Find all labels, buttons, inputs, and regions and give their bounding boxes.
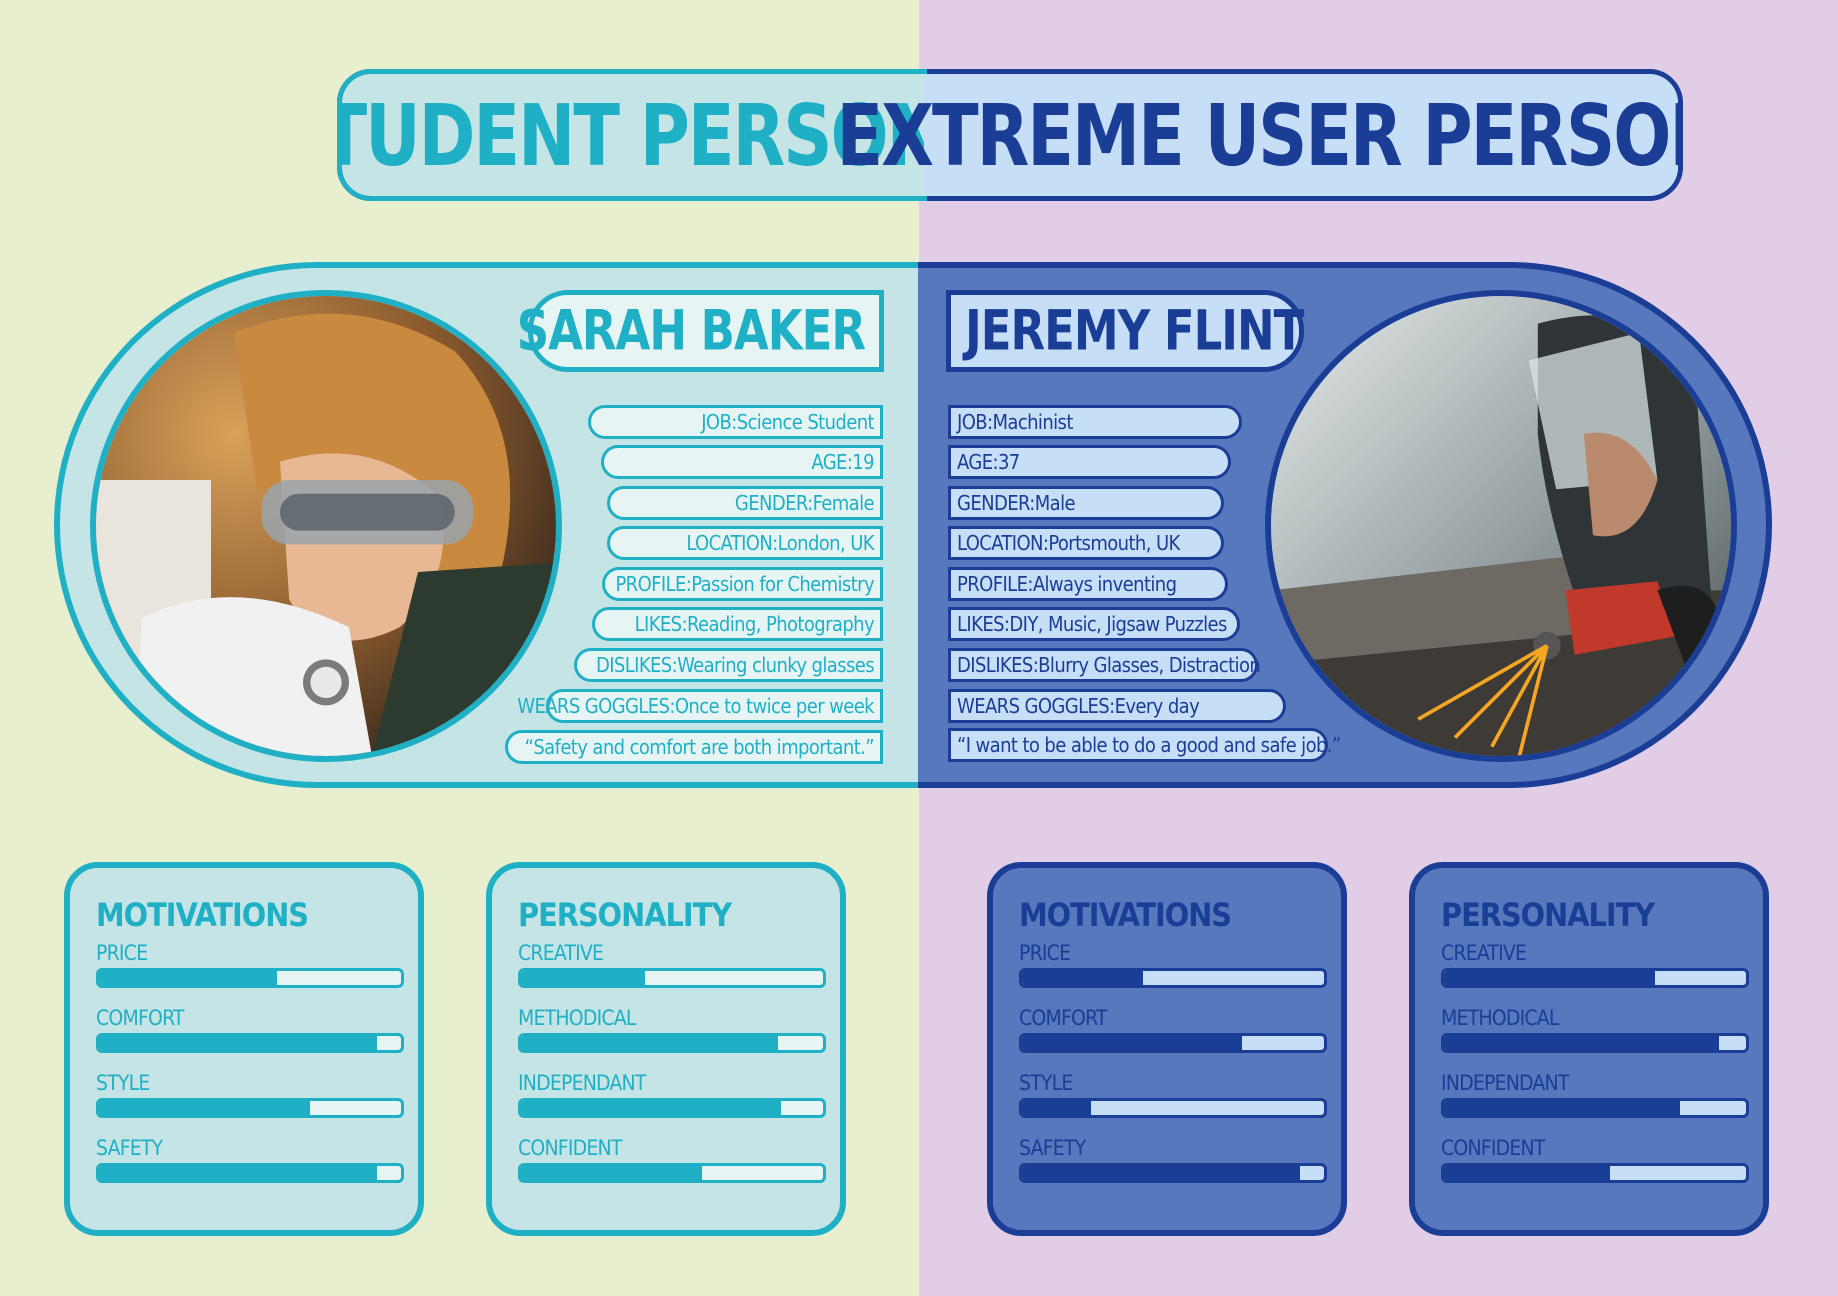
stat-bar-fill: [1022, 971, 1143, 985]
stat-bar-fill: [99, 1101, 311, 1115]
stat-bar-fill: [99, 1036, 377, 1050]
stat-confident: CONFIDENT: [1441, 1133, 1749, 1198]
student-personality-card: PERSONALITY CREATIVE METHODICAL INDEPENDAN…: [486, 862, 846, 1236]
extreme-user-persona-title: EXTREME USER PERSONA: [837, 74, 1678, 196]
stat-label: STYLE: [1019, 1071, 1073, 1095]
stat-label: SAFETY: [96, 1136, 163, 1160]
stat-bar: [518, 968, 826, 988]
stat-bar-fill: [99, 971, 278, 985]
stat-bar: [518, 1098, 826, 1118]
extreme-gender: GENDER: Male: [948, 486, 1224, 520]
stat-bar: [96, 1033, 404, 1053]
stat-bar: [1019, 968, 1327, 988]
stat-safety: SAFETY: [96, 1133, 404, 1198]
stat-label: INDEPENDANT: [518, 1071, 646, 1095]
stat-bar: [518, 1033, 826, 1053]
student-wears-goggles: WEARs GOGGLES: Once to twice per week: [517, 689, 883, 723]
stat-bar: [1019, 1098, 1327, 1118]
stat-bar-fill: [1022, 1166, 1300, 1180]
card-title: PERSONALITY: [1441, 896, 1655, 934]
stat-label: COMFORT: [96, 1006, 184, 1030]
stat-independant: INDEPENDANT: [1441, 1068, 1749, 1133]
stat-bar: [1441, 1163, 1749, 1183]
extreme-location: LOCATION: Portsmouth, UK: [948, 526, 1224, 560]
student-photo: [90, 290, 562, 762]
extreme-quote: “I want to be able to do a good and safe…: [948, 728, 1341, 762]
student-gender: GENDER: Female: [607, 486, 883, 520]
stat-bar: [1441, 1033, 1749, 1053]
title-banner: STUDENT PERSONA EXTREME USER PERSONA: [337, 69, 1683, 201]
stat-label: METHODICAL: [518, 1006, 636, 1030]
extreme-age: AGE: 37: [948, 445, 1231, 479]
extreme-likes: LIKES: DIY, Music, Jigsaw Puzzles: [948, 607, 1240, 641]
stat-methodical: METHODICAL: [1441, 1003, 1749, 1068]
stat-label: STYLE: [96, 1071, 150, 1095]
stat-bar-fill: [521, 1036, 778, 1050]
stat-bar: [1019, 1033, 1327, 1053]
stat-bar: [1441, 968, 1749, 988]
extreme-photo: [1265, 290, 1737, 762]
card-title: MOTIVATIONS: [96, 896, 309, 934]
stat-label: SAFETY: [1019, 1136, 1086, 1160]
stat-bar-fill: [1022, 1101, 1092, 1115]
stat-price: PRICE: [1019, 938, 1327, 1003]
stat-label: COMFORT: [1019, 1006, 1107, 1030]
stat-label: CREATIVE: [1441, 941, 1527, 965]
stat-bar: [518, 1163, 826, 1183]
student-job: JOB: Science Student: [588, 405, 883, 439]
student-age: AGE: 19: [601, 445, 883, 479]
extreme-wears-goggles: WEARS GOGGLES: Every day: [948, 689, 1286, 723]
stat-style: STYLE: [1019, 1068, 1327, 1133]
extreme-dislikes: DISLIKES: Blurry Glasses, Distraction: [948, 648, 1261, 682]
stat-confident: CONFIDENT: [518, 1133, 826, 1198]
stat-bar: [96, 1163, 404, 1183]
stat-label: PRICE: [96, 941, 148, 965]
stat-label: CONFIDENT: [1441, 1136, 1545, 1160]
stat-price: PRICE: [96, 938, 404, 1003]
stat-bar-fill: [521, 971, 645, 985]
stat-bar: [96, 968, 404, 988]
stat-bar-fill: [1444, 1036, 1719, 1050]
extreme-name: JEREMY FLINT: [946, 290, 1304, 372]
extreme-profile: PROFILE: Always inventing: [948, 567, 1228, 601]
stat-bar: [96, 1098, 404, 1118]
stat-bar-fill: [1444, 1101, 1680, 1115]
stat-bar-fill: [1022, 1036, 1243, 1050]
stat-label: METHODICAL: [1441, 1006, 1559, 1030]
student-dislikes: DISLIKES: Wearing clunky glasses: [574, 648, 883, 682]
student-location: LOCATION: London, UK: [607, 526, 883, 560]
stat-creative: CREATIVE: [1441, 938, 1749, 1003]
stat-comfort: COMFORT: [96, 1003, 404, 1068]
extreme-personality-card: PERSONALITY CREATIVE METHODICAL INDEPENDAN…: [1409, 862, 1769, 1236]
stat-safety: SAFETY: [1019, 1133, 1327, 1198]
student-quote: “Safety and comfort are both important.”: [505, 730, 883, 764]
stat-label: CONFIDENT: [518, 1136, 622, 1160]
stat-label: CREATIVE: [518, 941, 604, 965]
stat-bar-fill: [521, 1101, 781, 1115]
stat-methodical: METHODICAL: [518, 1003, 826, 1068]
student-name: SARAH BAKER: [517, 290, 884, 372]
card-title: PERSONALITY: [518, 896, 732, 934]
stat-bar: [1019, 1163, 1327, 1183]
stat-bar-fill: [521, 1166, 703, 1180]
student-profile: PROFILE: Passion for Chemistry: [602, 567, 883, 601]
stat-creative: CREATIVE: [518, 938, 826, 1003]
extreme-job: JOB: Machinist: [948, 405, 1242, 439]
stat-label: PRICE: [1019, 941, 1071, 965]
stat-bar-fill: [1444, 971, 1656, 985]
stat-bar-fill: [99, 1166, 377, 1180]
student-likes: LIKES: Reading, Photography: [592, 607, 883, 641]
card-title: MOTIVATIONS: [1019, 896, 1232, 934]
student-motivations-card: MOTIVATIONS PRICE COMFORT STYLE SAFETY: [64, 862, 424, 1236]
stat-bar-fill: [1444, 1166, 1611, 1180]
stat-style: STYLE: [96, 1068, 404, 1133]
extreme-motivations-card: MOTIVATIONS PRICE COMFORT STYLE SAFETY: [987, 862, 1347, 1236]
stat-comfort: COMFORT: [1019, 1003, 1327, 1068]
stat-independant: INDEPENDANT: [518, 1068, 826, 1133]
stat-bar: [1441, 1098, 1749, 1118]
stat-label: INDEPENDANT: [1441, 1071, 1569, 1095]
